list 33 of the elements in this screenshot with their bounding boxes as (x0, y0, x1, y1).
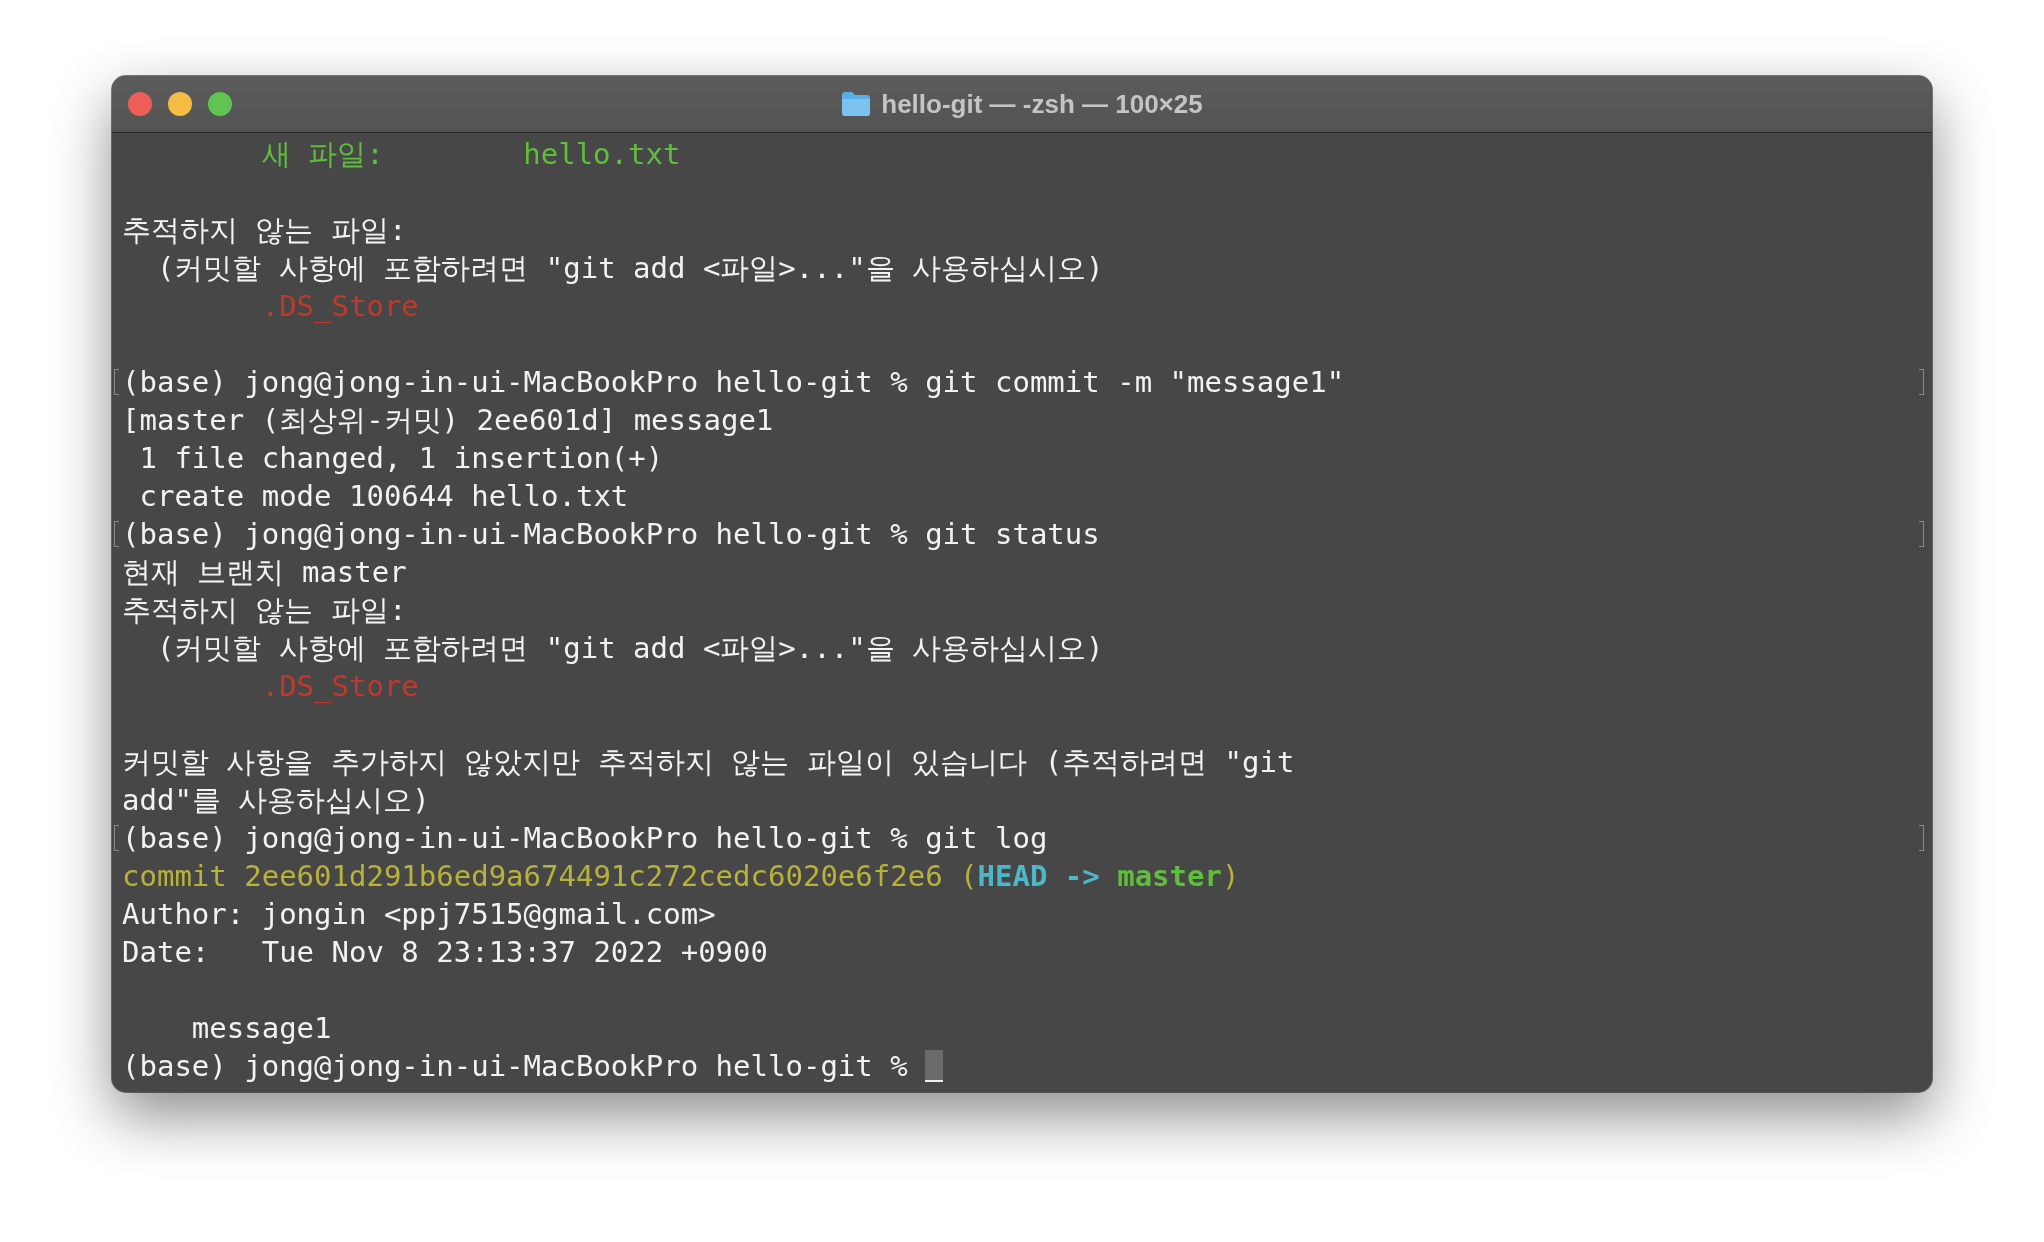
terminal-line: add"를 사용하십시오) (122, 782, 430, 819)
terminal-line: 1 file changed, 1 insertion(+) (138, 440, 664, 477)
terminal-line: 새 파일: hello.txt (260, 136, 681, 173)
terminal-line: 커밋할 사항을 추가하지 않았지만 추적하지 않는 파일이 있습니다 (추적하려면 "git (122, 744, 1295, 781)
line-mark (114, 521, 119, 547)
terminal-line: (base) jong@jong-in-ui-MacBookPro hello-git % git log (122, 820, 1048, 857)
line-mark (1919, 825, 1924, 851)
minimize-button[interactable] (168, 92, 192, 116)
terminal-line: 추적하지 않는 파일: (122, 212, 407, 249)
terminal-line: (base) jong@jong-in-ui-MacBookPro hello-git % git commit -m "message1" (122, 364, 1345, 401)
maximize-button[interactable] (208, 92, 232, 116)
terminal-line: 현재 브랜치 master (122, 554, 407, 591)
terminal-line: (커밋할 사항에 포함하려면 "git add <파일>..."을 사용하십시오) (155, 630, 1104, 667)
terminal-line: Author: jongin <ppj7515@gmail.com> (122, 896, 716, 933)
window-title: hello-git — -zsh — 100×25 (881, 88, 1203, 120)
terminal-line: .DS_Store (260, 288, 419, 325)
folder-icon (841, 91, 872, 117)
terminal-line: [master (최상위-커밋) 2ee601d] message1 (122, 402, 774, 439)
terminal-line: (base) jong@jong-in-ui-MacBookPro hello-git % (122, 1048, 909, 1085)
terminal-line: 추적하지 않는 파일: (122, 592, 407, 629)
line-mark (114, 369, 119, 395)
cursor (925, 1050, 944, 1082)
line-mark (1919, 369, 1924, 395)
terminal-line: create mode 100644 hello.txt (138, 478, 629, 515)
terminal-line: (base) jong@jong-in-ui-MacBookPro hello-git % git status (122, 516, 1100, 553)
terminal-line: (커밋할 사항에 포함하려면 "git add <파일>..."을 사용하십시오) (155, 250, 1104, 287)
terminal-line: commit 2ee601d291b6ed9a674491c272cedc6020e6f2e6 (HEAD -> master) (122, 858, 1240, 895)
terminal-line: message1 (190, 1010, 332, 1047)
line-mark (1919, 521, 1924, 547)
line-mark (114, 825, 119, 851)
terminal-line: .DS_Store (260, 668, 419, 705)
terminal-line: Date: Tue Nov 8 23:13:37 2022 +0900 (122, 934, 768, 971)
close-button[interactable] (128, 92, 152, 116)
